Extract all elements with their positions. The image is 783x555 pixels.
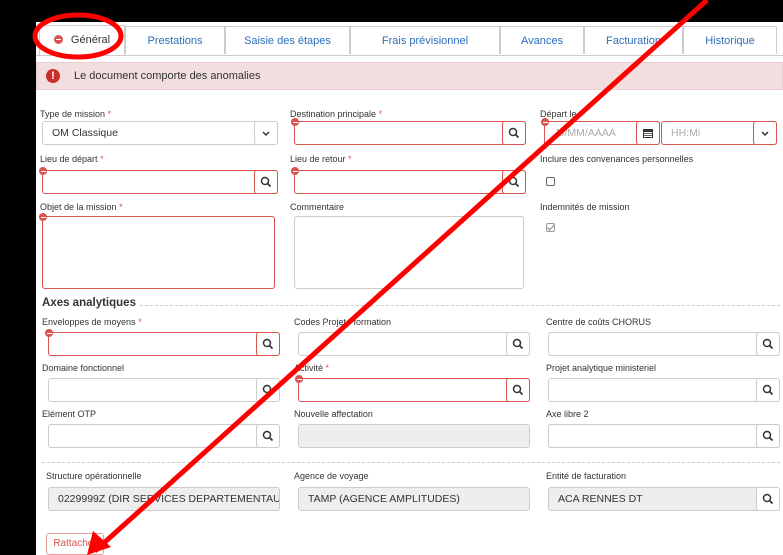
annotation-arrow-line — [93, 0, 709, 553]
annotation-circle — [32, 12, 124, 60]
annotation-overlay — [32, 0, 709, 555]
